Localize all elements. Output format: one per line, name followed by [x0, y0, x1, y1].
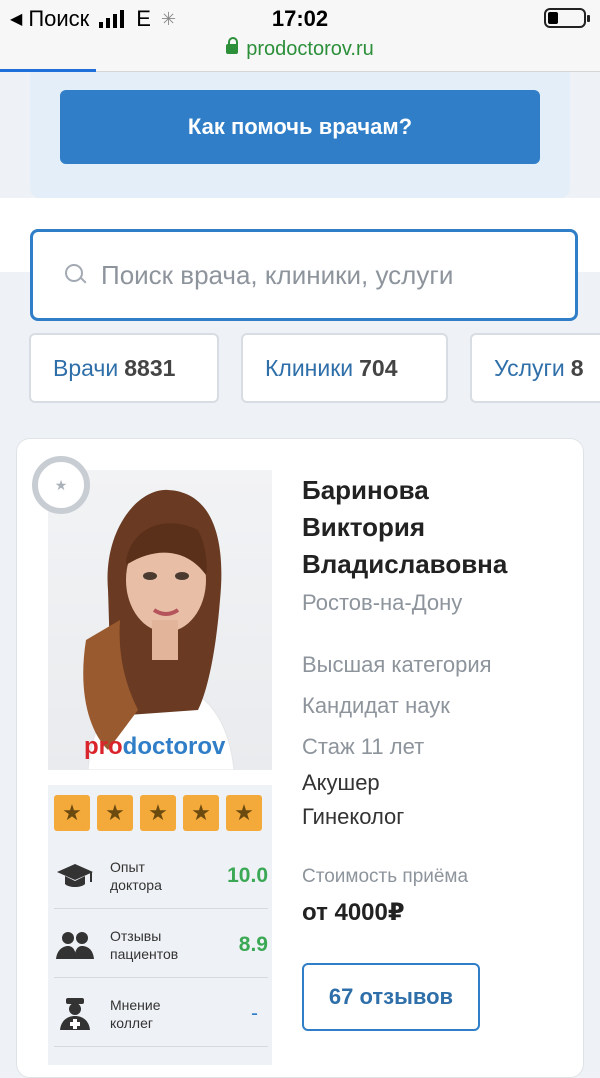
tab-services[interactable]: Услуги 8	[470, 333, 600, 403]
doctor-facts: Высшая категория Кандидат наук Стаж 11 л…	[302, 644, 492, 767]
tab-doctors-count: 8831	[124, 354, 176, 381]
doctor-patronymic: Владиславовна	[302, 549, 508, 579]
lock-icon	[226, 37, 239, 54]
graduation-cap-icon	[54, 860, 96, 892]
metric-experience-label: Опыт доктора	[110, 858, 210, 894]
metric-label-line1: Отзывы	[110, 927, 162, 944]
doctor-portrait-illustration	[83, 489, 235, 770]
metric-colleague-opinion[interactable]: Мнение коллег -	[54, 981, 268, 1047]
star-icon: ★	[226, 795, 262, 831]
clock: 17:02	[271, 6, 329, 31]
metric-reviews-value: 8.9	[238, 932, 268, 956]
metric-label-line1: Мнение	[110, 996, 161, 1013]
cost-label: Стоимость приёма	[302, 866, 469, 887]
doctor-city: Ростов-на-Дону	[302, 590, 463, 615]
star-icon: ★	[97, 795, 133, 831]
tab-doctors-label: Врачи	[53, 354, 119, 381]
doctor-name[interactable]: Баринова Виктория Владиславовна	[302, 472, 562, 583]
search-input[interactable]	[101, 259, 521, 291]
status-bar: ◀ Поиск E ✳ 17:02	[0, 0, 600, 36]
tab-services-label: Услуги	[494, 354, 565, 381]
star-icon: ★	[54, 795, 90, 831]
doctor-first-name: Виктория	[302, 512, 426, 542]
tab-clinics[interactable]: Клиники 704	[241, 333, 448, 403]
battery-icon	[544, 8, 590, 28]
watermark-pro: pro	[84, 733, 123, 760]
doctor-surname: Баринова	[302, 475, 429, 505]
metric-label-line2: коллег	[110, 1014, 153, 1031]
star-rating: ★ ★ ★ ★ ★	[54, 795, 262, 831]
patients-icon	[54, 929, 96, 961]
tab-doctors[interactable]: Врачи 8831	[29, 333, 219, 403]
search-field[interactable]	[30, 229, 578, 321]
doctor-category: Высшая категория	[302, 652, 492, 677]
doctor-specialties: Акушер Гинеколог	[302, 766, 404, 834]
cost-value: от 4000₽	[302, 899, 405, 926]
star-icon: ★	[183, 795, 219, 831]
doctor-photo[interactable]	[48, 470, 272, 770]
metric-reviews-label: Отзывы пациентов	[110, 927, 210, 963]
tab-clinics-count: 704	[359, 354, 398, 381]
help-doctors-button[interactable]: Как помочь врачам?	[60, 90, 540, 164]
tab-clinics-label: Клиники	[265, 354, 354, 381]
metric-colleague-label: Мнение коллег	[110, 996, 210, 1032]
metric-experience-value: 10.0	[227, 863, 268, 887]
star-icon: ★	[140, 795, 176, 831]
search-icon	[65, 264, 87, 286]
metric-label-line2: пациентов	[110, 945, 179, 962]
metric-colleague-value: -	[251, 1001, 258, 1025]
doctor-experience: Стаж 11 лет	[302, 734, 425, 759]
url-bar[interactable]: prodoctorov.ru	[0, 36, 600, 72]
metric-experience[interactable]: Опыт доктора 10.0	[54, 843, 268, 909]
tab-services-count: 8	[570, 354, 584, 381]
watermark-rest: doctorov	[122, 733, 226, 760]
doctor-degree: Кандидат наук	[302, 693, 450, 718]
specialty-link[interactable]: Акушер	[302, 766, 404, 800]
metric-patient-reviews[interactable]: Отзывы пациентов 8.9	[54, 912, 268, 978]
metric-label-line1: Опыт	[110, 858, 145, 875]
award-medal-icon[interactable]: ★	[32, 456, 90, 514]
url-text: prodoctorov.ru	[246, 38, 374, 60]
reviews-button[interactable]: 67 отзывов	[302, 963, 480, 1031]
specialty-link[interactable]: Гинеколог	[302, 800, 404, 834]
doctor-icon	[54, 997, 96, 1030]
url-display[interactable]: prodoctorov.ru	[0, 37, 600, 61]
metric-label-line2: доктора	[110, 876, 162, 893]
prodoctorov-watermark-logo: prodoctorov	[84, 733, 225, 761]
